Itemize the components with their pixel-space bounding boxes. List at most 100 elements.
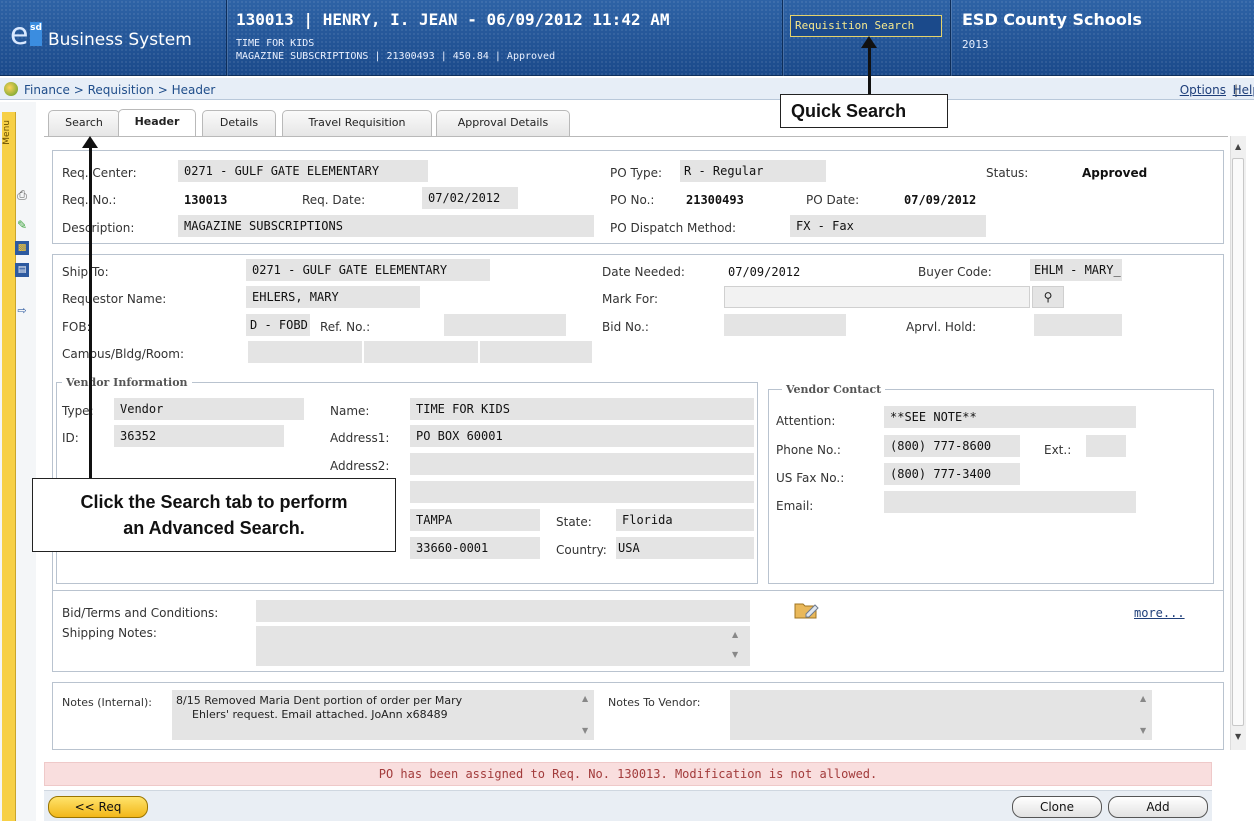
attention-label: Attention: <box>776 414 836 428</box>
aprvl-hold-field <box>1034 314 1122 336</box>
vendor-name-field: TIME FOR KIDS <box>410 398 754 420</box>
tab-approval-details[interactable]: Approval Details <box>436 110 570 136</box>
ship-to-field: 0271 - GULF GATE ELEMENTARY <box>246 259 490 281</box>
folder-edit-icon[interactable] <box>794 600 819 619</box>
bid-terms-label: Bid/Terms and Conditions: <box>62 606 219 620</box>
ext-label: Ext.: <box>1044 443 1072 457</box>
options-link[interactable]: Options <box>1180 83 1226 97</box>
address3-field <box>410 481 754 503</box>
edit-icon[interactable]: ✎ <box>15 218 29 232</box>
search-icon[interactable]: ⚲ <box>1032 286 1064 308</box>
callout-line-2: an Advanced Search. <box>123 518 305 538</box>
tab-details[interactable]: Details <box>202 110 276 136</box>
req-date-field: 07/02/2012 <box>422 187 518 209</box>
record-summary: MAGAZINE SUBSCRIPTIONS | 21300493 | 450.… <box>236 51 556 62</box>
req-center-field: 0271 - GULF GATE ELEMENTARY <box>178 160 428 182</box>
state-field: Florida <box>616 509 754 531</box>
back-to-req-button[interactable]: << Req <box>48 796 148 818</box>
vendor-notes-label: Notes To Vendor: <box>608 696 701 709</box>
header-divider <box>950 0 951 76</box>
status-label: Status: <box>986 166 1029 180</box>
arrowhead-icon <box>82 136 98 148</box>
export-icon[interactable]: ⇨ <box>15 304 29 318</box>
address1-field: PO BOX 60001 <box>410 425 754 447</box>
quick-search-callout: Quick Search <box>780 94 948 128</box>
vendor-name-label: Name: <box>330 404 370 418</box>
mark-for-label: Mark For: <box>602 292 658 306</box>
fob-field: D - FOBD Dé <box>246 314 310 336</box>
req-center-label: Req. Center: <box>62 166 137 180</box>
po-date-label: PO Date: <box>806 193 860 207</box>
tab-travel-requisition[interactable]: Travel Requisition <box>282 110 432 136</box>
app-logo-text: Business System <box>48 30 192 50</box>
scroll-up-icon[interactable]: ▲ <box>1235 142 1241 151</box>
scroll-up-icon[interactable]: ▲ <box>732 630 738 639</box>
clone-button[interactable]: Clone <box>1012 796 1102 818</box>
tab-search[interactable]: Search <box>48 110 120 136</box>
dispatch-label: PO Dispatch Method: <box>610 221 737 235</box>
vendor-info-legend: Vendor Information <box>62 376 192 389</box>
date-needed-label: Date Needed: <box>602 265 685 279</box>
aprvl-hold-label: Aprvl. Hold: <box>906 320 977 334</box>
date-needed-value: 07/09/2012 <box>728 265 801 279</box>
print-icon[interactable]: ⎙ <box>15 188 29 202</box>
scrollbar-thumb[interactable] <box>1232 158 1244 726</box>
ext-field <box>1086 435 1126 457</box>
internal-notes-line2: Ehlers' request. Email attached. JoAnn x… <box>192 708 448 721</box>
quick-search-arrow <box>868 44 871 94</box>
form-icon[interactable]: ▤ <box>15 263 29 277</box>
ship-to-label: Ship To: <box>62 265 109 279</box>
mark-for-input[interactable] <box>724 286 1030 308</box>
req-date-label: Req. Date: <box>302 193 366 207</box>
po-type-label: PO Type: <box>610 166 663 180</box>
status-message: PO has been assigned to Req. No. 130013.… <box>44 762 1212 786</box>
buyer-code-field: EHLM - MARY_ <box>1030 259 1122 281</box>
menu-toggle[interactable] <box>2 112 16 821</box>
req-no-value: 130013 <box>184 193 228 207</box>
breadcrumb[interactable]: Finance > Requisition > Header <box>24 83 215 97</box>
internal-notes-line1: 8/15 Removed Maria Dent portion of order… <box>176 694 463 707</box>
country-label: Country: <box>556 543 607 557</box>
internal-notes-label: Notes (Internal): <box>62 696 152 709</box>
callout-line-1: Click the Search tab to perform <box>80 492 348 512</box>
scroll-down-icon[interactable]: ▼ <box>582 726 588 735</box>
scroll-up-icon[interactable]: ▲ <box>582 694 588 703</box>
po-no-value: 21300493 <box>686 193 744 207</box>
fob-label: FOB: <box>62 320 91 334</box>
attention-field: **SEE NOTE** <box>884 406 1136 428</box>
help-link[interactable]: Help <box>1233 83 1254 97</box>
home-icon[interactable] <box>4 82 18 96</box>
scroll-down-icon[interactable]: ▼ <box>1235 732 1241 741</box>
ref-no-field <box>444 314 566 336</box>
description-label: Description: <box>62 221 135 235</box>
tab-header[interactable]: Header <box>118 109 196 137</box>
bid-no-field <box>724 314 846 336</box>
status-value: Approved <box>1082 166 1148 180</box>
shipping-notes-label: Shipping Notes: <box>62 626 157 640</box>
menu-label: Menu <box>2 120 12 145</box>
app-logo-e: e <box>10 17 29 52</box>
scroll-down-icon[interactable]: ▼ <box>732 650 738 659</box>
vendor-contact-legend: Vendor Contact <box>782 383 886 396</box>
quick-search-input[interactable]: Requisition Search <box>790 15 942 37</box>
vendor-type-field: Vendor <box>114 398 304 420</box>
vendor-notes-textarea[interactable] <box>730 690 1152 740</box>
campus-label: Campus/Bldg/Room: <box>62 347 184 361</box>
scroll-up-icon[interactable]: ▲ <box>1140 694 1146 703</box>
org-name: ESD County Schools <box>962 10 1142 29</box>
add-button[interactable]: Add <box>1108 796 1208 818</box>
email-field <box>884 491 1136 513</box>
more-link[interactable]: more... <box>1134 606 1185 620</box>
address1-label: Address1: <box>330 431 390 445</box>
bid-no-label: Bid No.: <box>602 320 649 334</box>
campus-field <box>248 341 362 363</box>
address2-field <box>410 453 754 475</box>
buyer-code-label: Buyer Code: <box>918 265 992 279</box>
city-field: TAMPA <box>410 509 540 531</box>
record-title: 130013 | HENRY, I. JEAN - 06/09/2012 11:… <box>236 10 670 29</box>
scroll-down-icon[interactable]: ▼ <box>1140 726 1146 735</box>
vendor-id-label: ID: <box>62 431 79 445</box>
shipping-notes-textarea[interactable] <box>256 626 750 666</box>
arrowhead-icon <box>861 36 877 48</box>
report-icon[interactable]: ▩ <box>15 241 29 255</box>
